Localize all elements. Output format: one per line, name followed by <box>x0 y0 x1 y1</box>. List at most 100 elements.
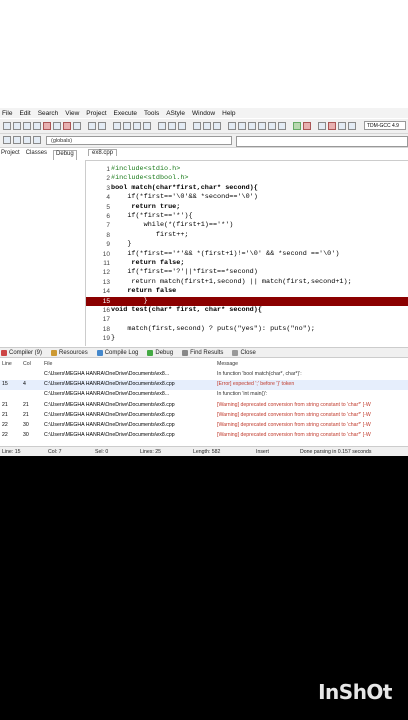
code-line[interactable]: 3 bool match(char*first,char* second){ <box>86 184 408 193</box>
stop-icon[interactable] <box>303 122 311 130</box>
scope-select[interactable]: (globals) <box>46 136 232 145</box>
indent-icon[interactable] <box>213 122 221 130</box>
print-icon[interactable] <box>53 122 61 130</box>
new-file-icon[interactable] <box>3 122 11 130</box>
tab-project[interactable]: Project <box>1 150 20 160</box>
tab-classes[interactable]: Classes <box>26 150 47 160</box>
code-editor[interactable]: 1 #include<stdio.h> 2 #include<stdbool.h> 3 b… <box>86 160 408 347</box>
message-file: C:\Users\MEGHA HANRA\OneDrive\Documents\… <box>44 371 170 377</box>
tab-compiler[interactable]: Compiler (9) <box>1 349 42 356</box>
menu-window[interactable]: Window <box>192 110 215 117</box>
ide-window: File Edit Search View Project Execute To… <box>0 108 408 456</box>
info-icon[interactable] <box>348 122 356 130</box>
compile-icon[interactable] <box>158 122 166 130</box>
forward-icon[interactable] <box>203 122 211 130</box>
options-icon[interactable] <box>268 122 276 130</box>
menu-edit[interactable]: Edit <box>19 110 30 117</box>
open-file-icon[interactable] <box>13 122 21 130</box>
message-file: C:\Users\MEGHA HANRA\OneDrive\Documents\… <box>44 391 170 398</box>
close-file-icon[interactable] <box>43 122 51 130</box>
menu-file[interactable]: File <box>2 110 12 117</box>
code-line[interactable]: 15 } <box>86 296 408 306</box>
replace-icon[interactable] <box>123 122 131 130</box>
run-icon[interactable] <box>168 122 176 130</box>
message-line: 21 <box>2 401 8 408</box>
debug-icon[interactable] <box>328 122 336 130</box>
message-file: C:\Users\MEGHA HANRA\OneDrive\Documents\… <box>44 401 175 408</box>
code-line[interactable]: 17 <box>86 315 408 324</box>
compiler-select[interactable]: TDM-GCC 4.9 <box>364 121 406 130</box>
cut-icon[interactable] <box>73 122 81 130</box>
find-next-icon[interactable] <box>133 122 141 130</box>
code-line[interactable]: 19} <box>86 334 408 343</box>
messages-header: Line Col File Message <box>0 360 408 370</box>
close-panel-button[interactable]: Close <box>232 349 256 356</box>
message-col: 30 <box>23 422 29 428</box>
chart-icon[interactable] <box>318 122 326 130</box>
compile-run-icon[interactable] <box>178 122 186 130</box>
insert-icon[interactable] <box>13 136 21 144</box>
find-icon[interactable] <box>113 122 121 130</box>
message-row[interactable]: 15 4 C:\Users\MEGHA HANRA\OneDrive\Documen… <box>0 380 408 390</box>
new-class-icon[interactable] <box>3 136 11 144</box>
menu-search[interactable]: Search <box>38 110 59 117</box>
message-file: C:\Users\MEGHA HANRA\OneDrive\Documents\… <box>44 422 175 428</box>
project-icon[interactable] <box>228 122 236 130</box>
tab-find-results[interactable]: Find Results <box>182 349 223 356</box>
menu-project[interactable]: Project <box>86 110 106 117</box>
code-line[interactable]: 11 return false; <box>86 259 408 268</box>
tab-debug-output[interactable]: Debug <box>147 349 173 356</box>
goto-line-icon[interactable] <box>143 122 151 130</box>
tab-debug[interactable]: Debug <box>53 150 77 160</box>
back-icon[interactable] <box>193 122 201 130</box>
toggle-bookmark-icon[interactable] <box>23 136 31 144</box>
message-row[interactable]: C:\Users\MEGHA HANRA\OneDrive\Documents\… <box>0 390 408 400</box>
message-row[interactable]: 21 21 C:\Users\MEGHA HANRA\OneDrive\Docume… <box>0 401 408 411</box>
redo-icon[interactable] <box>98 122 106 130</box>
code-line[interactable]: 13 return match(first+1,second) || match… <box>86 278 408 287</box>
code-line[interactable]: 5 return true; <box>86 203 408 212</box>
menu-view[interactable]: View <box>65 110 79 117</box>
message-message: [Warning] deprecated conversion from str… <box>217 411 371 418</box>
goto-bookmark-icon[interactable] <box>33 136 41 144</box>
code-line[interactable]: 12 if(*first=='?'||*first==*second) <box>86 268 408 277</box>
tab-compile-log[interactable]: Compile Log <box>96 349 138 356</box>
menu-tools[interactable]: Tools <box>144 110 159 117</box>
layout-icon[interactable] <box>258 122 266 130</box>
menu-execute[interactable]: Execute <box>114 110 138 117</box>
line-number: 18 <box>102 325 110 333</box>
code-line[interactable]: 2 #include<stdbool.h> <box>86 174 408 183</box>
message-row[interactable]: C:\Users\MEGHA HANRA\OneDrive\Documents\… <box>0 370 408 380</box>
code-line[interactable]: 6 if(*first=='*'){ <box>86 212 408 221</box>
save-all-icon[interactable] <box>33 122 41 130</box>
code-line[interactable]: 9 } <box>86 240 408 249</box>
undo-icon[interactable] <box>88 122 96 130</box>
message-file: C:\Users\MEGHA HANRA\OneDrive\Documents\… <box>44 432 175 439</box>
close-all-icon[interactable] <box>63 122 71 130</box>
code-line[interactable]: 4 if(*first=='\0'&& *second=='\0') <box>86 193 408 202</box>
message-row[interactable]: 21 21 C:\Users\MEGHA HANRA\OneDrive\Docume… <box>0 411 408 421</box>
code-line[interactable]: 16 void test(char* first, char* second){ <box>86 306 408 315</box>
file-tab-ex8[interactable]: ex8.cpp <box>88 149 118 156</box>
menu-help[interactable]: Help <box>222 110 235 117</box>
check-icon[interactable] <box>293 122 301 130</box>
message-col: 4 <box>23 381 26 388</box>
function-select[interactable] <box>236 136 408 147</box>
save-icon[interactable] <box>23 122 31 130</box>
code-line[interactable]: 10 if(*first=='*'&& *(first+1)!='\0' && … <box>86 250 408 259</box>
menu-astyle[interactable]: AStyle <box>166 110 185 117</box>
tile-icon[interactable] <box>278 122 286 130</box>
grid-icon[interactable] <box>248 122 256 130</box>
message-row[interactable]: 22 30 C:\Users\MEGHA HANRA\OneDrive\Docume… <box>0 421 408 431</box>
tab-resources[interactable]: Resources <box>51 349 88 356</box>
code-line[interactable]: 14 return false <box>86 287 408 296</box>
add-icon[interactable] <box>238 122 246 130</box>
code-line[interactable]: 18 match(first,second) ? puts("yes"): pu… <box>86 325 408 334</box>
col-header-col: Col <box>23 361 31 367</box>
code-line[interactable]: 8 first++; <box>86 231 408 240</box>
line-number: 7 <box>106 222 110 230</box>
code-line[interactable]: 1 #include<stdio.h> <box>86 165 408 174</box>
code-line[interactable]: 7 while(*(first+1)=='*') <box>86 221 408 230</box>
profile-icon[interactable] <box>338 122 346 130</box>
message-row[interactable]: 22 30 C:\Users\MEGHA HANRA\OneDrive\Docume… <box>0 431 408 441</box>
